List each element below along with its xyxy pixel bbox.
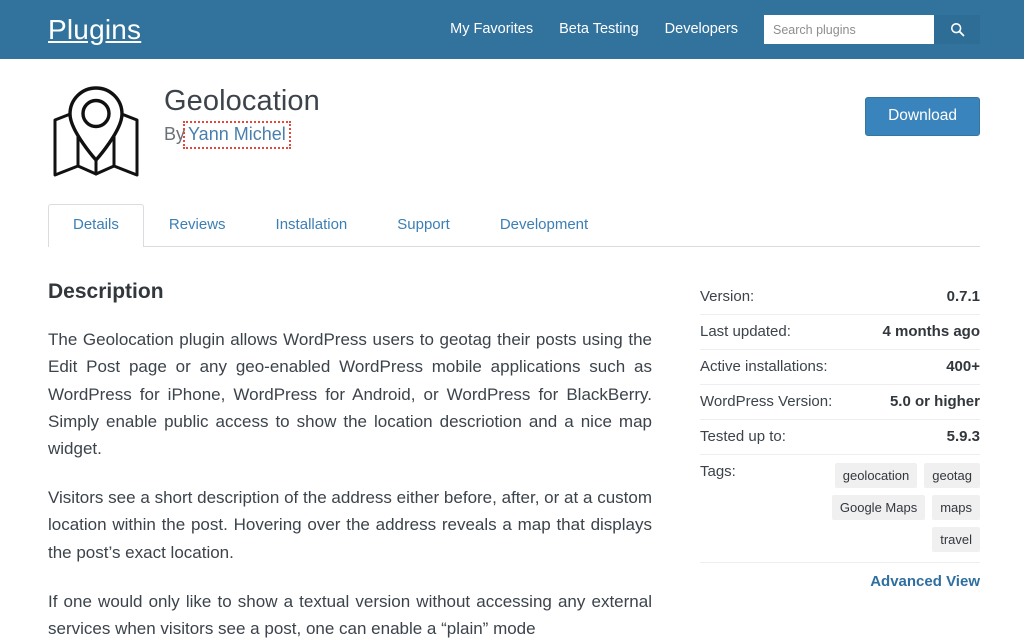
nav-link-developers[interactable]: Developers: [665, 22, 738, 37]
plugin-meta-sidebar: Version: 0.7.1 Last updated: 4 months ag…: [700, 247, 980, 642]
meta-value: 0.7.1: [947, 288, 980, 305]
download-area: Download: [865, 79, 980, 136]
meta-row-wordpress-version: WordPress Version: 5.0 or higher: [700, 385, 980, 420]
site-header: Plugins My Favorites Beta Testing Develo…: [0, 0, 1024, 59]
meta-row-last-updated: Last updated: 4 months ago: [700, 315, 980, 350]
site-title[interactable]: Plugins: [48, 16, 141, 44]
meta-row-active-installations: Active installations: 400+: [700, 350, 980, 385]
tab-installation[interactable]: Installation: [251, 204, 373, 246]
meta-row-tags: Tags: geolocation geotag Google Maps map…: [700, 455, 980, 562]
tag-chip[interactable]: travel: [932, 527, 980, 552]
description-column: Description The Geolocation plugin allow…: [48, 247, 652, 642]
header-right-group: My Favorites Beta Testing Developers: [450, 15, 980, 44]
content-columns: Description The Geolocation plugin allow…: [0, 247, 1024, 642]
tag-chip[interactable]: geolocation: [835, 463, 918, 488]
plugin-byline: By Yann Michel: [164, 124, 320, 146]
tag-list: geolocation geotag Google Maps maps trav…: [780, 463, 980, 552]
description-paragraph: The Geolocation plugin allows WordPress …: [48, 326, 652, 462]
meta-label: Last updated:: [700, 323, 791, 340]
tag-chip[interactable]: Google Maps: [832, 495, 925, 520]
description-paragraph: Visitors see a short description of the …: [48, 484, 652, 566]
meta-value: 5.9.3: [947, 428, 980, 445]
plugin-author-link[interactable]: Yann Michel: [186, 124, 288, 146]
map-pin-icon: [48, 85, 144, 181]
meta-label: WordPress Version:: [700, 393, 832, 410]
meta-label: Active installations:: [700, 358, 828, 375]
tag-chip[interactable]: geotag: [924, 463, 980, 488]
meta-row-tested-up-to: Tested up to: 5.9.3: [700, 420, 980, 455]
download-button[interactable]: Download: [865, 97, 980, 136]
meta-value: 400+: [946, 358, 980, 375]
plugin-header: Geolocation By Yann Michel Download: [0, 59, 1024, 181]
plugin-title-block: Geolocation By Yann Michel: [164, 79, 320, 146]
description-paragraph: If one would only like to show a textual…: [48, 588, 652, 642]
meta-row-version: Version: 0.7.1: [700, 280, 980, 315]
search-submit-button[interactable]: [934, 15, 980, 44]
page-title: Geolocation: [164, 85, 320, 118]
description-heading: Description: [48, 279, 652, 304]
tab-support[interactable]: Support: [372, 204, 475, 246]
advanced-view-link[interactable]: Advanced View: [870, 573, 980, 590]
meta-value: 4 months ago: [882, 323, 980, 340]
byline-prefix: By: [164, 124, 185, 146]
search-icon: [950, 22, 965, 37]
sidebar-footer: Advanced View: [700, 562, 980, 591]
tab-development[interactable]: Development: [475, 204, 613, 246]
primary-nav: My Favorites Beta Testing Developers: [450, 22, 738, 37]
meta-value: 5.0 or higher: [890, 393, 980, 410]
tab-details[interactable]: Details: [48, 204, 144, 247]
tag-chip[interactable]: maps: [932, 495, 980, 520]
tab-reviews[interactable]: Reviews: [144, 204, 251, 246]
search-form: [764, 15, 980, 44]
tags-label: Tags:: [700, 463, 736, 480]
nav-link-beta-testing[interactable]: Beta Testing: [559, 22, 639, 37]
nav-link-my-favorites[interactable]: My Favorites: [450, 22, 533, 37]
meta-label: Version:: [700, 288, 754, 305]
meta-label: Tested up to:: [700, 428, 786, 445]
plugin-tabs: Details Reviews Installation Support Dev…: [48, 203, 980, 247]
search-input[interactable]: [764, 15, 934, 44]
